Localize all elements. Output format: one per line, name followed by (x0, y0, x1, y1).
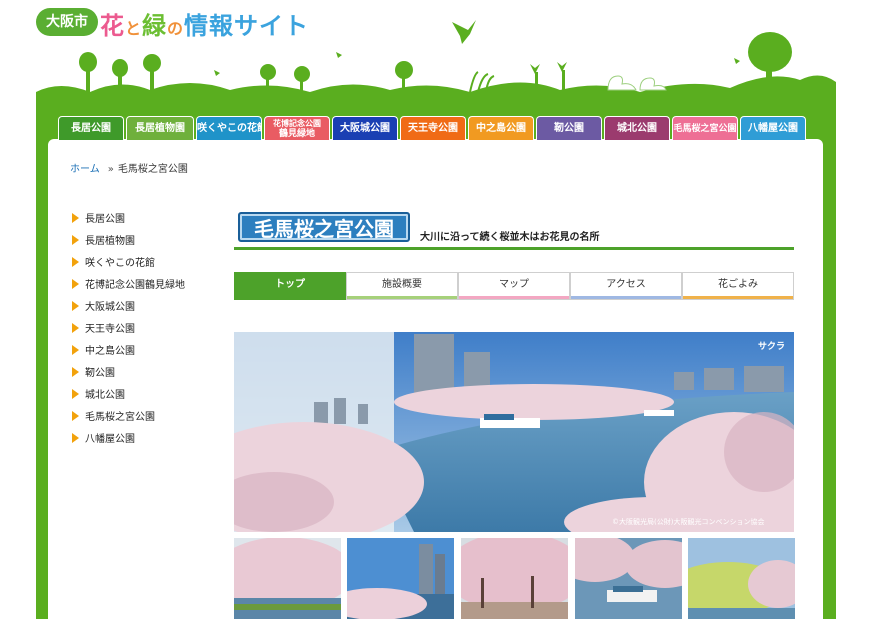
side-menu-item[interactable]: 大阪城公園 (72, 298, 135, 313)
tab-label: トップ (275, 279, 305, 290)
side-menu-item[interactable]: 八幡屋公園 (72, 430, 135, 445)
side-menu-item[interactable]: 長居植物園 (72, 232, 135, 247)
nav-nakanoshima-park[interactable]: 中之島公園 (468, 116, 534, 140)
tab-label: マップ (499, 279, 529, 290)
arrow-right-icon (72, 345, 79, 355)
photo-credit: ©大阪観光局(公財)大阪観光コンベンション協会 (612, 518, 765, 526)
nav-label-line: 花博記念公園 (273, 119, 321, 128)
side-menu-item[interactable]: 天王寺公園 (72, 320, 135, 335)
tab-map[interactable]: マップ (458, 272, 570, 300)
nav-tsurumi-ryokuchi[interactable]: 花博記念公園 鶴見緑地 (264, 116, 330, 140)
tab-underline (683, 296, 793, 299)
thumbnail-1[interactable] (234, 538, 341, 619)
tab-flower-calendar[interactable]: 花ごよみ (682, 272, 794, 300)
side-menu-label: 中之島公園 (85, 346, 135, 357)
tab-label: 施設概要 (382, 279, 422, 290)
arrow-right-icon (72, 411, 79, 421)
tab-underline (235, 296, 345, 299)
thumbnail-2[interactable] (347, 538, 454, 619)
logo-part: 緑 (142, 12, 168, 40)
side-menu-item[interactable]: 中之島公園 (72, 342, 135, 357)
side-menu-item[interactable]: 毛馬桜之宮公園 (72, 408, 155, 423)
side-menu-item[interactable]: 咲くやこの花館 (72, 254, 155, 269)
logo-part: の (167, 19, 185, 38)
cherry-blossom-river-image (234, 332, 794, 532)
arrow-right-icon (72, 213, 79, 223)
arrow-right-icon (72, 279, 79, 289)
arrow-right-icon (72, 323, 79, 333)
nav-nagai-botanical-garden[interactable]: 長居植物園 (126, 116, 194, 140)
side-menu-item[interactable]: 城北公園 (72, 386, 125, 401)
arrow-right-icon (72, 257, 79, 267)
thumbnail-image (347, 538, 454, 619)
tab-label: 花ごよみ (718, 279, 758, 290)
nav-tennoji-park[interactable]: 天王寺公園 (400, 116, 466, 140)
side-menu-label: 花博記念公園鶴見緑地 (85, 280, 185, 291)
arrow-right-icon (72, 367, 79, 377)
logo-part: 花 (100, 12, 125, 40)
side-menu-item[interactable]: 花博記念公園鶴見緑地 (72, 276, 185, 291)
side-menu-item[interactable]: 長居公園 (72, 210, 125, 225)
thumbnail-5[interactable] (688, 538, 795, 619)
nav-shirokita-park[interactable]: 城北公園 (604, 116, 670, 140)
breadcrumb-home-link[interactable]: ホーム (70, 164, 100, 175)
thumbnail-image (575, 538, 682, 619)
site-logo-title[interactable]: 花と緑の情報サイト (100, 6, 309, 41)
tab-top[interactable]: トップ (234, 272, 346, 300)
nav-label-line: 鶴見緑地 (278, 129, 315, 139)
logo-part: と (125, 19, 143, 38)
tab-label: アクセス (606, 279, 646, 290)
tab-facility-overview[interactable]: 施設概要 (346, 272, 458, 300)
breadcrumb-current: 毛馬桜之宮公園 (117, 164, 188, 175)
side-menu-item[interactable]: 靭公園 (72, 364, 115, 379)
title-divider (234, 247, 794, 250)
nav-kema-sakuranomiya-park[interactable]: 毛馬桜之宮公園 (672, 116, 738, 140)
side-menu-label: 咲くやこの花館 (85, 258, 155, 269)
side-menu-label: 天王寺公園 (85, 324, 135, 335)
side-menu-label: 大阪城公園 (85, 302, 135, 313)
side-menu-label: 八幡屋公園 (85, 434, 135, 445)
nav-sakuya-konohana-kan[interactable]: 咲くやこの花館 (196, 116, 262, 140)
thumbnail-4[interactable] (575, 538, 682, 619)
tab-underline (571, 296, 681, 299)
side-menu-label: 靭公園 (85, 368, 115, 379)
arrow-right-icon (72, 433, 79, 443)
thumbnail-3[interactable] (461, 538, 568, 619)
nav-nagai-park[interactable]: 長居公園 (58, 116, 124, 140)
nav-utsubo-park[interactable]: 靭公園 (536, 116, 602, 140)
side-menu-label: 城北公園 (85, 390, 125, 401)
thumbnail-image (688, 538, 795, 619)
main-photo (234, 332, 794, 532)
arrow-right-icon (72, 389, 79, 399)
photo-label: サクラ (758, 342, 786, 352)
logo-badge[interactable]: 大阪市 (36, 8, 98, 36)
nav-osaka-castle-park[interactable]: 大阪城公園 (332, 116, 398, 140)
arrow-right-icon (72, 235, 79, 245)
chevron-right-icon: » (107, 164, 114, 175)
thumbnail-image (461, 538, 568, 619)
tab-underline (347, 296, 457, 299)
side-menu-label: 毛馬桜之宮公園 (85, 412, 155, 423)
breadcrumb: ホーム » 毛馬桜之宮公園 (70, 160, 188, 175)
side-menu-label: 長居公園 (85, 214, 125, 225)
tab-underline (459, 296, 569, 299)
page-title: 毛馬桜之宮公園 (238, 212, 410, 242)
logo-part: 情報サイト (184, 12, 310, 40)
side-menu-label: 長居植物園 (85, 236, 135, 247)
page-subtitle: 大川に沿って続く桜並木はお花見の名所 (420, 232, 600, 243)
nav-yahataya-park[interactable]: 八幡屋公園 (740, 116, 806, 140)
tab-access[interactable]: アクセス (570, 272, 682, 300)
arrow-right-icon (72, 301, 79, 311)
thumbnail-image (234, 538, 341, 619)
park-tabs: トップ 施設概要 マップ アクセス 花ごよみ (234, 272, 794, 300)
site-header: 大阪市 花と緑の情報サイト (0, 0, 871, 112)
